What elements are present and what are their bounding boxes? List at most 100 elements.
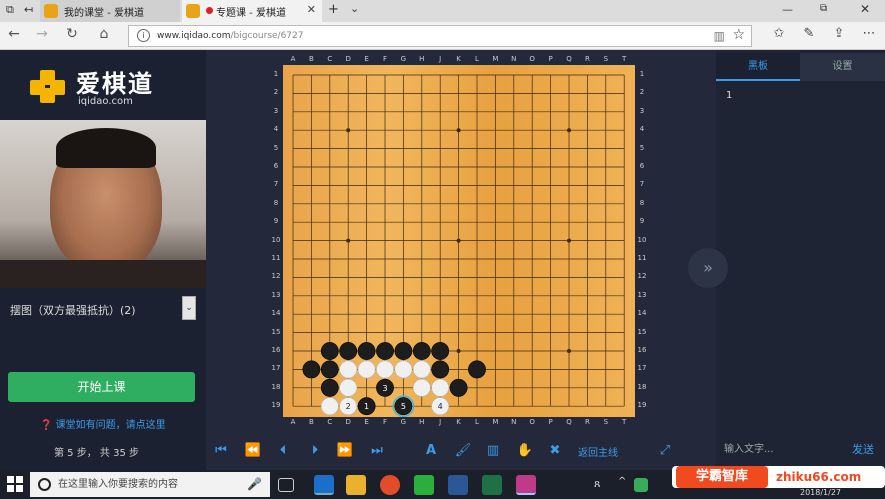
go-board[interactable]: 3 2 1 5 4: [283, 65, 635, 418]
tab-blackboard[interactable]: 黑板: [716, 53, 800, 81]
chart-icon[interactable]: ▥: [482, 440, 504, 462]
home-button[interactable]: ⌂: [94, 26, 114, 42]
share-icon[interactable]: ⇪: [830, 26, 848, 41]
star-point: [346, 238, 351, 243]
black-stone: 3: [376, 378, 394, 397]
column-label: A: [290, 55, 296, 63]
classroom-app-icon[interactable]: [516, 475, 536, 495]
column-label: K: [456, 55, 461, 63]
info-icon[interactable]: i: [137, 29, 150, 42]
black-stone: [431, 360, 450, 379]
column-label: J: [439, 55, 442, 63]
return-main-line-button[interactable]: 返回主线: [578, 444, 618, 459]
row-label: 18: [271, 382, 281, 391]
excel-icon[interactable]: [482, 475, 502, 495]
microphone-icon[interactable]: 🎤: [247, 472, 262, 497]
close-window-button[interactable]: ✕: [860, 2, 870, 16]
clear-icon[interactable]: ✖: [544, 440, 566, 462]
cortana-icon: [38, 478, 51, 491]
tab-list-icon[interactable]: ⧉: [6, 3, 14, 17]
fast-forward-icon[interactable]: ⏩: [334, 440, 356, 462]
column-label: D: [345, 418, 351, 426]
minimize-button[interactable]: —: [782, 3, 793, 16]
tab-label: 我的课堂 - 爱棋道: [64, 7, 144, 19]
file-explorer-icon[interactable]: [346, 475, 366, 495]
taskbar-search-input[interactable]: 在这里输入你要搜索的内容 🎤: [30, 472, 270, 497]
first-move-icon[interactable]: ⏮: [210, 440, 232, 462]
white-stone: [394, 360, 413, 379]
hand-icon[interactable]: ✋: [514, 440, 536, 462]
prev-move-icon[interactable]: ⏴: [272, 440, 294, 462]
recording-dot-icon: [206, 7, 213, 14]
url-host: www.iqidao.com: [157, 31, 231, 41]
restore-button[interactable]: ⧉: [820, 3, 827, 14]
white-stone: 4: [431, 397, 450, 416]
fullscreen-icon[interactable]: ⤢: [654, 440, 676, 462]
favorites-hub-icon[interactable]: ✩: [770, 26, 788, 41]
move-number: 1: [726, 90, 733, 101]
row-label: 4: [639, 125, 645, 134]
new-tab-button[interactable]: +: [328, 2, 339, 17]
collapse-panel-button[interactable]: »: [688, 248, 728, 288]
go-board-svg[interactable]: 3 2 1 5 4: [283, 65, 635, 418]
row-label: 9: [273, 217, 279, 226]
brush-icon[interactable]: 🖌: [452, 440, 474, 462]
start-icon[interactable]: [7, 476, 23, 492]
tray-app-icon[interactable]: [634, 478, 648, 492]
tab-my-classroom[interactable]: 我的课堂 - 爱棋道: [40, 0, 180, 22]
white-stone: [412, 378, 431, 397]
fast-back-icon[interactable]: ⏪: [242, 440, 264, 462]
more-icon[interactable]: ⋯: [860, 26, 878, 41]
column-label: H: [419, 55, 425, 63]
chevron-down-icon[interactable]: ⌄: [182, 296, 196, 320]
reading-view-icon[interactable]: ▥: [714, 29, 725, 43]
tab-dropdown-icon[interactable]: ⌄: [350, 2, 359, 15]
send-button[interactable]: 发送: [846, 438, 880, 462]
people-icon[interactable]: ጸ: [594, 477, 600, 491]
start-class-button[interactable]: 开始上课: [8, 372, 195, 402]
edge-icon[interactable]: [314, 475, 334, 495]
refresh-button[interactable]: ↻: [62, 26, 82, 42]
site-favicon-icon: [186, 4, 200, 18]
column-label: F: [382, 55, 388, 63]
url-input[interactable]: i www.iqidao.com/bigcourse/6727 ▥ ☆: [128, 25, 752, 47]
stone-move-number: 1: [364, 402, 369, 411]
stone-move-number: 3: [382, 384, 387, 393]
last-move-icon[interactable]: ⏭: [366, 440, 388, 462]
column-label: G: [400, 55, 407, 63]
column-label: A: [290, 418, 296, 426]
black-stone: 1: [357, 397, 376, 416]
tab-special-course[interactable]: 专题课 - 爱棋道 ✕: [182, 0, 322, 22]
web-note-icon[interactable]: ✎: [800, 26, 818, 41]
row-label: 2: [273, 88, 279, 97]
forward-button[interactable]: →: [32, 26, 52, 42]
wechat-icon[interactable]: [414, 475, 434, 495]
back-tabs-icon[interactable]: ↤: [24, 3, 33, 16]
tab-settings[interactable]: 设置: [800, 53, 885, 81]
chat-input[interactable]: 输入文字...: [718, 438, 838, 462]
column-label: L: [475, 418, 479, 426]
close-tab-icon[interactable]: ✕: [307, 3, 316, 16]
right-panel: [716, 50, 885, 470]
watermark-right: zhiku66.com: [776, 470, 862, 484]
favorite-star-icon[interactable]: ☆: [732, 27, 745, 43]
tab-label: 专题课 - 爱棋道: [216, 7, 286, 19]
text-tool-icon[interactable]: A: [420, 440, 442, 462]
row-label: 1: [273, 70, 279, 78]
back-button[interactable]: ←: [4, 26, 24, 42]
white-stone: [320, 397, 339, 416]
lesson-selector[interactable]: 摆图（双方最强抵抗）(2) ⌄: [0, 292, 206, 322]
black-stone: [320, 378, 339, 397]
chrome-icon[interactable]: [380, 475, 400, 495]
next-move-icon[interactable]: ⏵: [304, 440, 326, 462]
row-label: 8: [273, 198, 279, 207]
column-label: N: [511, 418, 517, 426]
help-link[interactable]: ❓ 课堂如有问题，请点这里: [40, 416, 166, 431]
task-view-icon[interactable]: [278, 478, 294, 492]
address-bar-row: ← → ↻ ⌂ i www.iqidao.com/bigcourse/6727 …: [0, 22, 885, 50]
column-label: T: [622, 55, 627, 63]
word-icon[interactable]: [448, 475, 468, 495]
row-label: 4: [273, 125, 279, 134]
tray-chevron-icon[interactable]: ^: [618, 476, 626, 487]
row-label: 10: [271, 235, 281, 244]
